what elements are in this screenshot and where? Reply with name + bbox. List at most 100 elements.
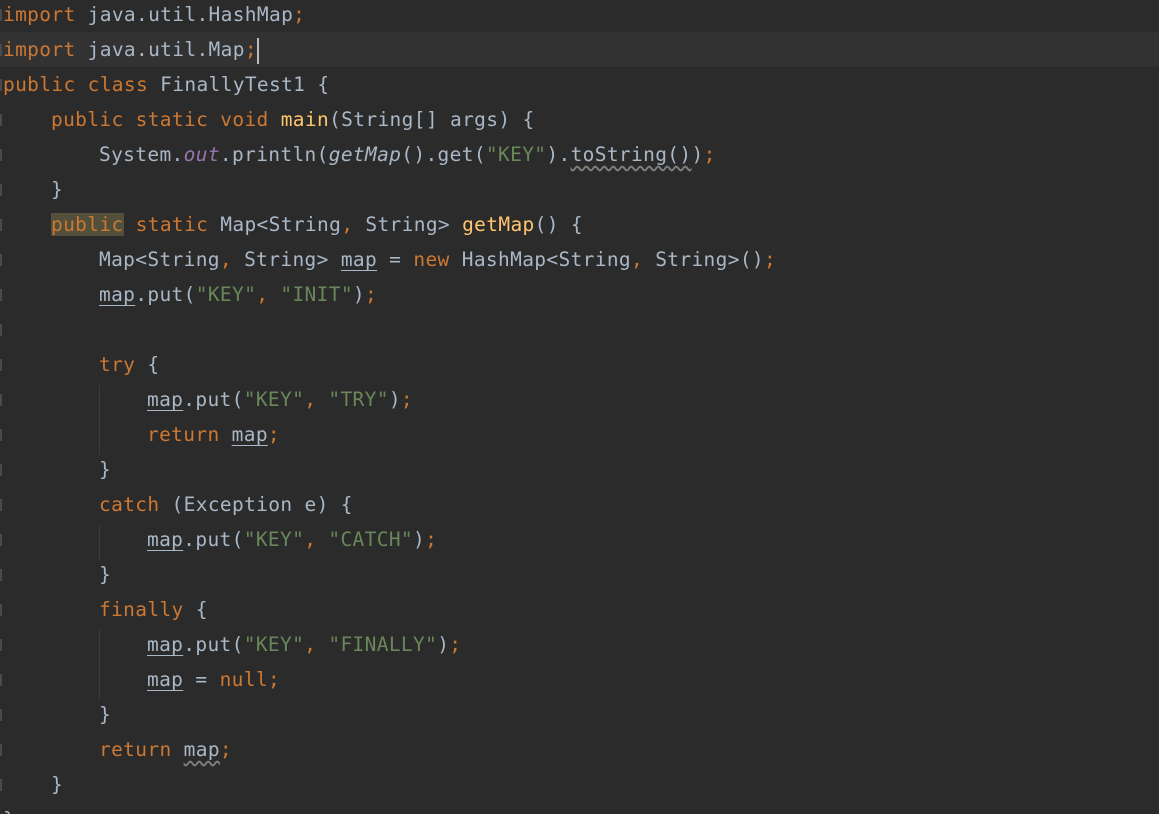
code-token: ().get( — [401, 143, 486, 166]
code-token: ; — [449, 633, 462, 656]
code-text: } — [99, 557, 111, 592]
code-token: ; — [267, 423, 281, 446]
code-token: public static void — [51, 108, 269, 131]
code-token: .put( — [183, 633, 244, 656]
code-token: "CATCH" — [328, 528, 414, 551]
code-text: finally { — [99, 592, 208, 627]
code-token: .println( — [219, 143, 329, 166]
code-text: map.put("KEY", "CATCH"); — [147, 522, 437, 557]
fold-marker-icon[interactable] — [0, 149, 2, 161]
code-token: ; — [267, 668, 281, 691]
fold-marker-icon[interactable] — [0, 324, 2, 336]
fold-marker-icon[interactable] — [0, 289, 2, 301]
code-text: import java.util.HashMap; — [3, 0, 305, 32]
code-token: , — [304, 528, 317, 551]
code-line[interactable]: catch (Exception e) { — [0, 487, 1159, 522]
code-text: map.put("KEY", "INIT"); — [99, 277, 377, 312]
code-line[interactable]: map.put("KEY", "CATCH"); — [0, 522, 1159, 557]
code-text: } — [3, 802, 15, 814]
code-line[interactable]: } — [0, 172, 1159, 207]
code-token: java.util.HashMap — [75, 3, 294, 26]
code-line[interactable]: return map; — [0, 732, 1159, 767]
code-line[interactable]: map.put("KEY", "TRY"); — [0, 382, 1159, 417]
code-token: "KEY" — [243, 528, 305, 551]
code-line[interactable]: import java.util.Map; — [0, 32, 1159, 67]
code-line[interactable]: public class FinallyTest1 { — [0, 67, 1159, 102]
code-token: "KEY" — [195, 283, 257, 306]
fold-marker-icon[interactable] — [0, 429, 2, 441]
fold-marker-icon[interactable] — [0, 464, 2, 476]
code-text: } — [99, 697, 111, 732]
code-line[interactable]: } — [0, 767, 1159, 802]
code-token: map — [147, 528, 184, 551]
code-line[interactable]: try { — [0, 347, 1159, 382]
code-line[interactable]: public static Map<String, String> getMap… — [0, 207, 1159, 242]
code-token: , — [631, 248, 644, 271]
code-token: map — [147, 668, 184, 691]
fold-marker-icon[interactable] — [0, 744, 2, 756]
fold-marker-icon[interactable] — [0, 779, 2, 791]
text-caret — [256, 37, 259, 64]
code-token: { — [183, 598, 208, 621]
code-line[interactable]: import java.util.HashMap; — [0, 0, 1159, 32]
code-text: public static Map<String, String> getMap… — [51, 207, 583, 242]
fold-marker-icon[interactable] — [0, 359, 2, 371]
fold-marker-icon[interactable] — [0, 604, 2, 616]
fold-marker-icon[interactable] — [0, 709, 2, 721]
code-editor[interactable]: import java.util.HashMap; import java.uti… — [0, 0, 1159, 814]
code-token: } — [51, 178, 64, 201]
code-token: String> — [353, 213, 463, 236]
code-line[interactable]: } — [0, 697, 1159, 732]
indent-guide — [99, 525, 100, 560]
code-line[interactable]: map.put("KEY", "FINALLY"); — [0, 627, 1159, 662]
fold-marker-icon[interactable] — [0, 44, 2, 56]
code-token: ) — [437, 633, 450, 656]
code-token: "KEY" — [243, 388, 305, 411]
code-text: try { — [99, 347, 159, 382]
code-line[interactable]: } — [0, 557, 1159, 592]
code-line[interactable]: Map<String, String> map = new HashMap<St… — [0, 242, 1159, 277]
fold-marker-icon[interactable] — [0, 569, 2, 581]
fold-marker-icon[interactable] — [0, 79, 2, 91]
code-text: return map; — [99, 732, 232, 767]
code-line[interactable]: return map; — [0, 417, 1159, 452]
code-token: } — [99, 703, 112, 726]
code-line[interactable]: public static void main(String[] args) { — [0, 102, 1159, 137]
code-text: System.out.println(getMap().get("KEY").t… — [99, 137, 716, 172]
code-token: System. — [99, 143, 184, 166]
fold-marker-icon[interactable] — [0, 219, 2, 231]
code-token: FinallyTest1 { — [148, 73, 330, 96]
code-token: return — [147, 423, 220, 446]
code-line[interactable]: } — [0, 802, 1159, 814]
code-token: getMap — [328, 143, 402, 166]
code-token: map — [340, 248, 378, 271]
code-line[interactable]: map = null; — [0, 662, 1159, 697]
fold-marker-icon[interactable] — [0, 499, 2, 511]
fold-marker-icon[interactable] — [0, 674, 2, 686]
code-line[interactable]: finally { — [0, 592, 1159, 627]
code-token: map — [147, 633, 184, 656]
fold-marker-icon[interactable] — [0, 254, 2, 266]
fold-marker-icon[interactable] — [0, 9, 2, 21]
code-token: "TRY" — [328, 388, 389, 411]
code-token: public class — [3, 73, 149, 96]
code-text: public static void main(String[] args) { — [51, 102, 535, 137]
fold-marker-icon[interactable] — [0, 639, 2, 651]
code-line[interactable] — [0, 312, 1159, 347]
code-token: .put( — [135, 283, 196, 306]
code-token: .put( — [183, 528, 244, 551]
code-line[interactable]: System.out.println(getMap().get("KEY").t… — [0, 137, 1159, 172]
fold-marker-icon[interactable] — [0, 184, 2, 196]
fold-marker-icon[interactable] — [0, 394, 2, 406]
code-line[interactable]: map.put("KEY", "INIT"); — [0, 277, 1159, 312]
code-token: (Exception e) { — [159, 493, 353, 516]
code-token: (String[] args) { — [329, 108, 535, 131]
code-line[interactable]: } — [0, 452, 1159, 487]
code-token: ) — [691, 143, 704, 166]
code-token: import — [3, 38, 76, 61]
fold-marker-icon[interactable] — [0, 534, 2, 546]
fold-marker-icon[interactable] — [0, 114, 2, 126]
